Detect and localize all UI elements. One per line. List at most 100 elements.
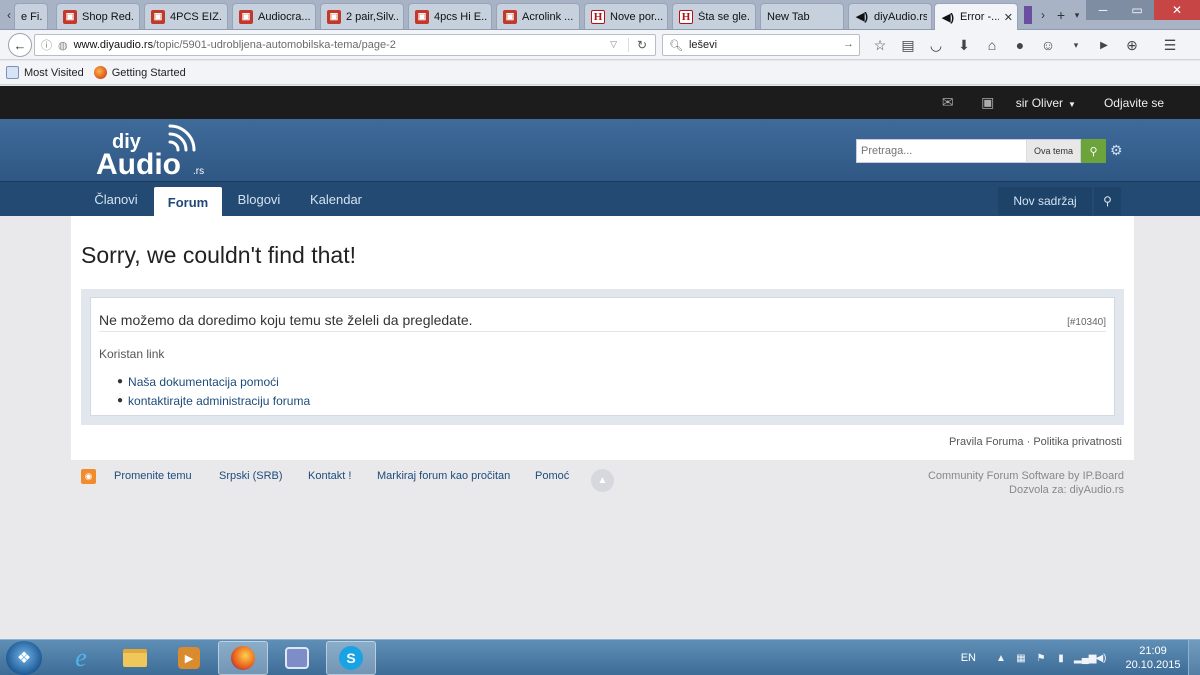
taskbar-ie-icon[interactable]: e	[56, 641, 106, 675]
help-link[interactable]: Pomoć	[535, 470, 569, 482]
new-content-button[interactable]: Nov sadržaj	[998, 187, 1092, 215]
search-submit-button[interactable]: ⚲	[1081, 139, 1106, 163]
clock-time: 21:09	[1139, 645, 1167, 657]
maximize-icon[interactable]: ▭	[1120, 0, 1154, 20]
back-button[interactable]: ←	[8, 33, 32, 57]
smiley-addon-icon[interactable]: ☺	[1034, 35, 1062, 55]
search-scope-selector[interactable]: Ova tema	[1026, 139, 1081, 163]
browser-tab[interactable]: ▣ Shop Red...	[56, 3, 140, 29]
help-documentation-link[interactable]: Naša dokumentacija pomoći	[128, 375, 279, 389]
separator: ·	[1026, 436, 1031, 448]
browser-tab[interactable]: H Nove por...	[584, 3, 668, 29]
search-go-icon[interactable]: →	[843, 38, 854, 50]
tab-label: 4PCS EIZ...	[170, 10, 223, 23]
clock[interactable]: 21:09 20.10.2015	[1122, 644, 1184, 672]
overflow-tab-icon[interactable]	[1024, 6, 1032, 24]
logout-link[interactable]: Odjavite se	[1088, 96, 1200, 110]
browser-tab[interactable]: ▣ 4pcs Hi E...	[408, 3, 492, 29]
taskbar-firefox-icon[interactable]	[218, 641, 268, 675]
youtube-icon[interactable]: ▶	[1090, 35, 1118, 55]
license-text: Dozvola za: diyAudio.rs	[1009, 484, 1124, 496]
mark-forum-read-link[interactable]: Markiraj forum kao pročitan	[377, 470, 510, 482]
nav-tab-members[interactable]: Članovi	[81, 182, 151, 217]
browser-search-box[interactable]: 🔍︎ leševi →	[662, 34, 860, 56]
browser-tab[interactable]: e Fi...	[14, 3, 48, 29]
identity-icon[interactable]: ⓘ	[41, 37, 52, 53]
cart-icon: ▣	[63, 9, 77, 24]
powered-by-link[interactable]: Community Forum Software by IP.Board	[928, 469, 1124, 483]
wifi-waves-icon	[168, 124, 196, 152]
site-search-input[interactable]	[856, 139, 1026, 163]
language-indicator[interactable]: EN	[961, 652, 976, 664]
taskbar-media-player-icon[interactable]: ▶	[164, 641, 214, 675]
site-logo[interactable]: diy Audio .rs	[96, 124, 212, 178]
browser-tab-active[interactable]: ◀) Error -... ✕	[934, 3, 1018, 30]
nav-tab-calendar[interactable]: Kalendar	[297, 182, 375, 217]
browser-tab[interactable]: H Šta se gle...	[672, 3, 756, 29]
reload-icon[interactable]: ↻	[627, 38, 647, 52]
cart-icon: ▣	[239, 9, 253, 24]
tab-label: Shop Red...	[82, 10, 135, 23]
change-theme-link[interactable]: Promenite temu	[114, 470, 192, 482]
nav-tab-label: Blogovi	[237, 192, 281, 207]
url-history-dropdown-icon[interactable]: ▽	[610, 39, 617, 50]
home-icon[interactable]: ⌂	[978, 35, 1006, 55]
bullet-icon: ●	[117, 376, 124, 387]
url-bar[interactable]: ⓘ ◍ www.diyaudio.rs/topic/5901-udrobljen…	[34, 34, 656, 56]
close-tab-icon[interactable]: ✕	[1004, 11, 1013, 24]
minimize-icon[interactable]: ─	[1086, 0, 1120, 20]
show-desktop-button[interactable]	[1188, 640, 1200, 675]
pocket-icon[interactable]: ◡	[922, 35, 950, 55]
download-icon[interactable]: ⬇	[950, 35, 978, 55]
forum-rules-link[interactable]: Pravila Foruma	[949, 436, 1024, 448]
power-icon[interactable]: ▮	[1054, 653, 1068, 664]
taskbar-skype-icon[interactable]: S	[326, 641, 376, 675]
contact-admin-link[interactable]: kontaktirajte administraciju foruma	[128, 394, 310, 408]
divider	[99, 331, 1106, 332]
rss-icon[interactable]: ◉	[81, 469, 96, 484]
tray-expand-icon[interactable]: ▲	[994, 653, 1008, 664]
inbox-icon[interactable]: ✉	[928, 94, 968, 111]
contact-link[interactable]: Kontakt !	[308, 470, 351, 482]
url-path: /topic/5901-udrobljena-automobilska-tema…	[153, 39, 396, 51]
scroll-to-top-button[interactable]: ▲	[591, 469, 614, 492]
action-center-flag-icon[interactable]: ⚑	[1034, 653, 1048, 664]
bookmark-most-visited[interactable]: Most Visited	[6, 66, 84, 79]
user-menu[interactable]: sir Oliver ▼	[1008, 96, 1088, 110]
browser-tab[interactable]: New Tab	[760, 3, 844, 29]
location-pin-icon[interactable]: ⚲	[1094, 187, 1121, 215]
reading-list-icon[interactable]: ▤	[894, 35, 922, 55]
chat-icon[interactable]: ●	[1006, 35, 1034, 55]
nav-tab-forum[interactable]: Forum	[154, 187, 222, 217]
notifications-icon[interactable]: ▣	[968, 94, 1008, 111]
browser-tab[interactable]: ▣ Acrolink ...	[496, 3, 580, 29]
globe-icon: ◍	[58, 39, 68, 52]
tabs-scroll-right-icon[interactable]: ›	[1036, 6, 1050, 24]
language-link[interactable]: Srpski (SRB)	[219, 470, 283, 482]
content-footer-links: Pravila Foruma · Politika privatnosti	[949, 436, 1122, 448]
menu-icon[interactable]: ☰	[1156, 35, 1184, 55]
network-signal-icon[interactable]: ▂▄▆	[1074, 653, 1096, 664]
bookmark-getting-started[interactable]: Getting Started	[93, 66, 186, 79]
browser-tab[interactable]: ▣ 4PCS EIZ...	[144, 3, 228, 29]
close-window-icon[interactable]: ✕	[1154, 0, 1200, 20]
browser-tab[interactable]: ▣ Audiocra...	[232, 3, 316, 29]
volume-icon[interactable]: ◀)	[1094, 653, 1108, 664]
taskbar-disk-tool-icon[interactable]	[272, 641, 322, 675]
bookmark-label: Most Visited	[24, 66, 84, 79]
lifebuoy-icon[interactable]: ⊕	[1118, 35, 1146, 55]
addon-dropdown-icon[interactable]: ▾	[1062, 35, 1090, 55]
browser-tab[interactable]: ◀) diyAudio.rs	[848, 3, 932, 29]
browser-tab[interactable]: ▣ 2 pair,Silv...	[320, 3, 404, 29]
start-button[interactable]: ❖	[6, 641, 42, 675]
nav-tab-blogs[interactable]: Blogovi	[224, 182, 294, 217]
bookmark-star-icon[interactable]: ☆	[866, 35, 894, 55]
new-tab-icon[interactable]: +	[1054, 6, 1068, 24]
privacy-policy-link[interactable]: Politika privatnosti	[1033, 436, 1122, 448]
taskbar-explorer-icon[interactable]	[110, 641, 160, 675]
disk-icon	[285, 647, 309, 669]
windows-flag-icon[interactable]: ▦	[1014, 653, 1028, 664]
gear-icon[interactable]: ⚙	[1110, 142, 1123, 159]
tab-list-icon[interactable]: ▾	[1070, 6, 1084, 24]
windows-taskbar: ❖ e ▶ S EN ▲ ▦ ⚑ ▮ ▂▄▆ ◀) 21:09 20.10.20…	[0, 639, 1200, 675]
